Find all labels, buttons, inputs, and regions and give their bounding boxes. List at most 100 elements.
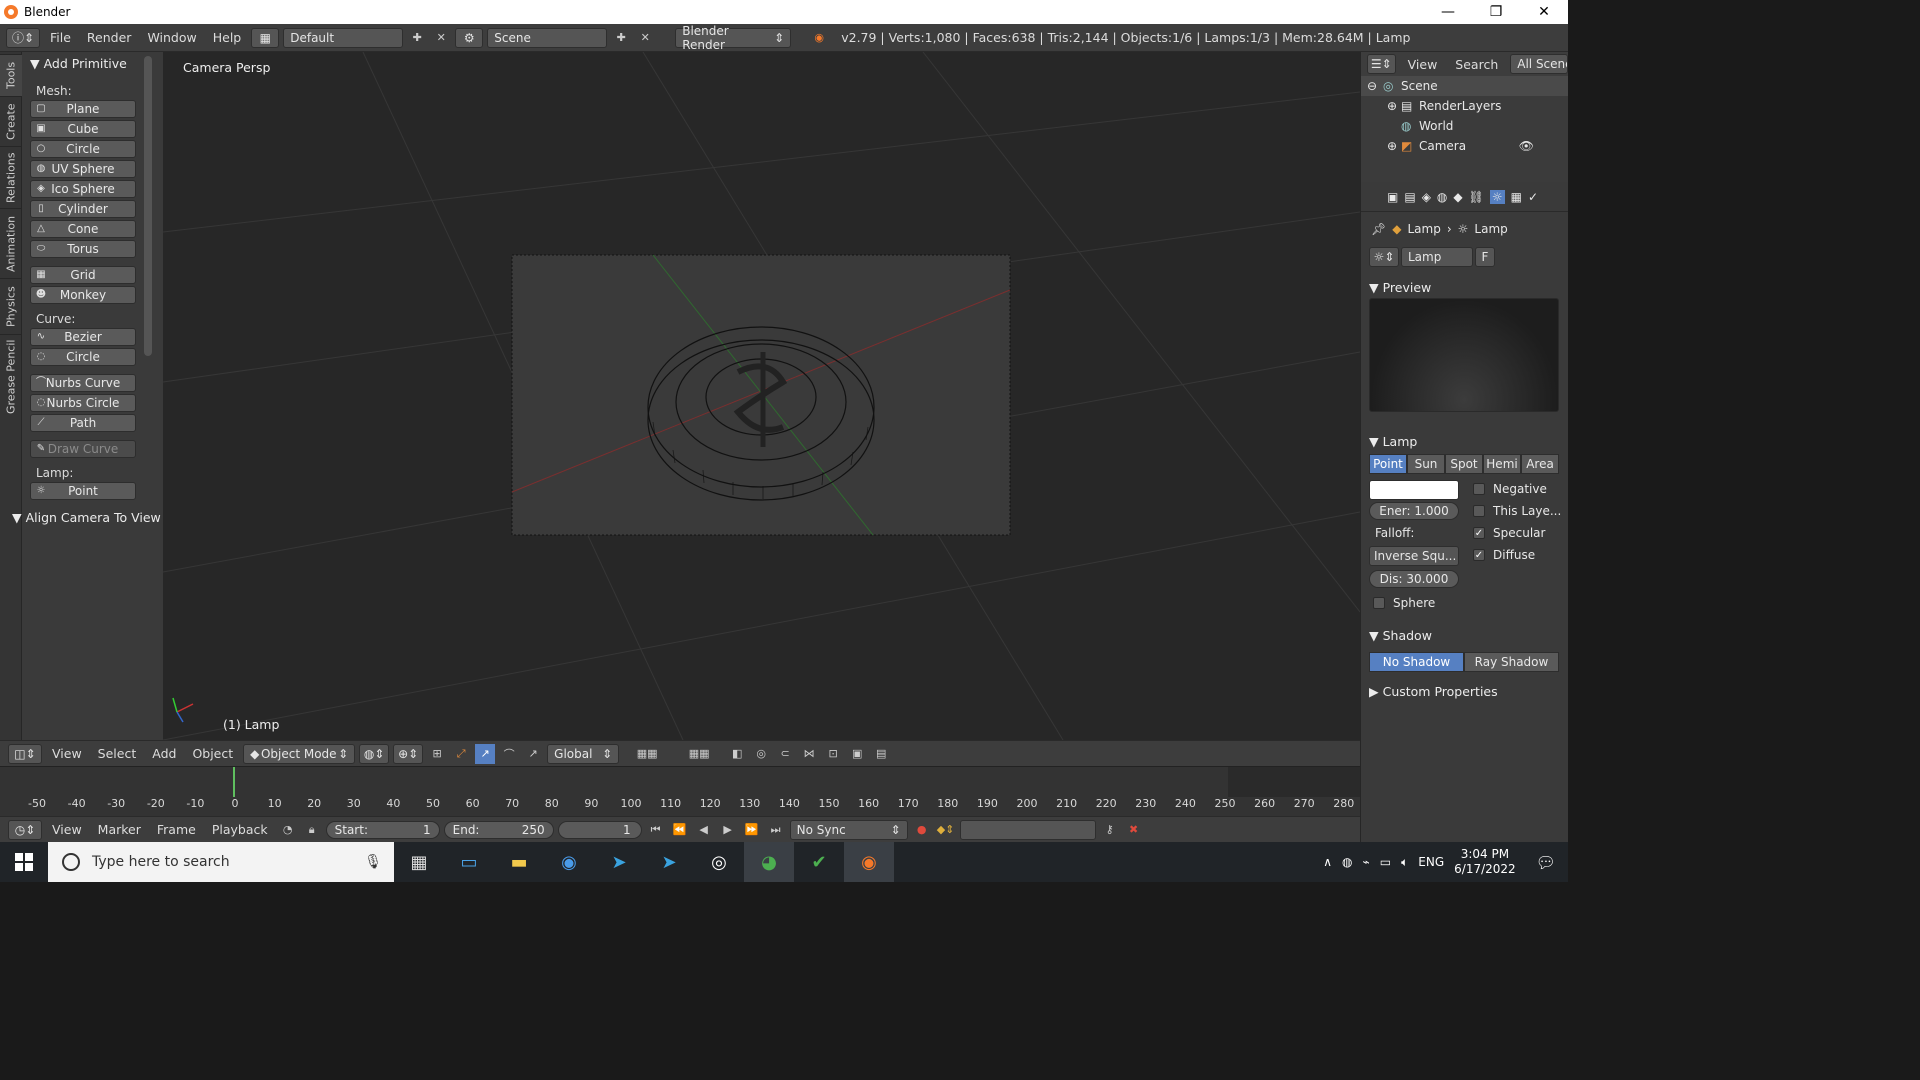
3d-viewport[interactable]: Camera Persp (1) Lamp (163, 52, 1360, 740)
jump-keyframe-forward-icon[interactable]: ⏩ (742, 820, 762, 840)
draw-curve-button[interactable]: ✎ Draw Curve (30, 440, 136, 458)
sphere-checkbox[interactable]: Sphere (1373, 596, 1568, 610)
add-path-button[interactable]: ⟋ Path (30, 414, 136, 432)
outliner-row-renderlayers[interactable]: ⊕ ▤ RenderLayers (1361, 96, 1568, 116)
physics-tab-icon[interactable]: ✓ (1528, 190, 1538, 204)
render-anim-icon[interactable]: ▤ (871, 744, 891, 764)
align-camera-panel-header[interactable]: ▼ Align Camera To View (10, 506, 163, 528)
add-monkey-button[interactable]: ☻ Monkey (30, 286, 136, 304)
lamp-panel-header[interactable]: ▼ Lamp (1361, 430, 1568, 452)
add-uv-sphere-button[interactable]: ◍ UV Sphere (30, 160, 136, 178)
shadow-panel-header[interactable]: ▼ Shadow (1361, 624, 1568, 646)
layout-field[interactable]: Default (283, 27, 404, 48)
add-cone-button[interactable]: △ Cone (30, 220, 136, 238)
editor-type-info-icon[interactable]: ⓘ⇕ (6, 27, 40, 48)
tab-create[interactable]: Create (0, 96, 22, 146)
menu-help[interactable]: Help (207, 28, 248, 48)
scene-tab-icon[interactable]: ◈ (1422, 190, 1431, 204)
vp-menu-select[interactable]: Select (92, 744, 143, 764)
negative-checkbox[interactable]: Negative (1473, 482, 1547, 496)
editor-type-timeline-icon[interactable]: ◷⇕ (8, 819, 42, 840)
usb-icon[interactable]: ⌁ (1363, 855, 1370, 869)
start-button[interactable] (0, 842, 48, 882)
add-plane-button[interactable]: ▢ Plane (30, 100, 136, 118)
outliner-menu-view[interactable]: View (1402, 54, 1444, 74)
tab-animation[interactable]: Animation (0, 208, 22, 278)
end-frame-field[interactable]: End: 250 (443, 820, 554, 839)
translate-manipulator-icon[interactable]: ⤢ (451, 744, 471, 764)
delete-scene-icon[interactable]: ✕ (635, 28, 655, 48)
distance-field[interactable]: Dis: 30.000 (1369, 570, 1459, 588)
render-tab-icon[interactable]: ▣ (1387, 190, 1398, 204)
jump-start-icon[interactable]: ⏮ (646, 820, 666, 840)
jump-keyframe-back-icon[interactable]: ⏪ (670, 820, 690, 840)
messenger-icon[interactable]: ✔ (794, 842, 844, 882)
telegram-icon[interactable]: ➤ (594, 842, 644, 882)
vp-menu-add[interactable]: Add (146, 744, 182, 764)
outliner-row-camera[interactable]: ⊕ ◩ Camera 👁︎ (1361, 136, 1568, 156)
add-bezier-button[interactable]: ∿ Bezier (30, 328, 136, 346)
battery-icon[interactable]: ▭ (1380, 855, 1391, 869)
snap-magnet-icon[interactable]: ⊂ (775, 744, 795, 764)
tab-grease-pencil[interactable]: Grease Pencil (0, 334, 22, 418)
scene-field[interactable]: Scene (487, 27, 608, 48)
add-cube-button[interactable]: ▣ Cube (30, 120, 136, 138)
layers-grid-icon[interactable]: ▦▦ (623, 744, 671, 764)
add-point-lamp-button[interactable]: ☼ Point (30, 482, 136, 500)
tl-menu-view[interactable]: View (46, 820, 88, 840)
current-frame-cursor[interactable] (233, 767, 235, 797)
file-explorer-icon[interactable]: ▬ (494, 842, 544, 882)
maximize-button[interactable]: ❐ (1472, 0, 1520, 24)
lamp-type-hemi[interactable]: Hemi (1483, 454, 1521, 474)
add-torus-button[interactable]: ⬭ Torus (30, 240, 136, 258)
shadow-none-button[interactable]: No Shadow (1369, 652, 1464, 672)
delete-keyframe-icon[interactable]: ✖ (1124, 820, 1144, 840)
add-grid-button[interactable]: ▦ Grid (30, 266, 136, 284)
calculator-icon[interactable]: ▦ (394, 842, 444, 882)
fake-user-button[interactable]: F (1475, 247, 1495, 267)
task-view-icon[interactable]: ▭ (444, 842, 494, 882)
minimize-button[interactable]: — (1424, 0, 1472, 24)
network-icon[interactable]: ◍ (1342, 855, 1352, 869)
tl-menu-playback[interactable]: Playback (206, 820, 274, 840)
layout-picker-icon[interactable]: ▦ (251, 27, 280, 48)
add-primitive-panel-header[interactable]: ▼ Add Primitive (22, 52, 163, 74)
visibility-eye-icon[interactable]: 👁︎ (1519, 139, 1534, 153)
pivot-point-icon[interactable]: ⊕⇕ (393, 743, 424, 764)
scene-picker-icon[interactable]: ⚙ (455, 27, 484, 48)
this-layer-checkbox[interactable]: This Laye... (1473, 504, 1561, 518)
add-curve-circle-button[interactable]: ◌ Circle (30, 348, 136, 366)
custom-properties-header[interactable]: ▶ Custom Properties (1361, 680, 1568, 702)
shadow-ray-button[interactable]: Ray Shadow (1464, 652, 1559, 672)
jump-end-icon[interactable]: ⏭ (766, 820, 786, 840)
microphone-icon[interactable]: 🎙︎ (364, 854, 382, 870)
tool-shelf-scrollbar[interactable] (144, 56, 152, 356)
layers-grid-2-icon[interactable]: ▦▦ (675, 744, 723, 764)
mode-select[interactable]: ◆ Object Mode ⇕ (243, 743, 356, 764)
specular-checkbox[interactable]: ✓ Specular (1473, 526, 1545, 540)
proportional-edit-icon[interactable]: ◎ (751, 744, 771, 764)
texture-tab-icon[interactable]: ▦ (1511, 190, 1522, 204)
telegram-2-icon[interactable]: ➤ (644, 842, 694, 882)
menu-render[interactable]: Render (81, 28, 138, 48)
outliner-display-mode[interactable]: All Scenes (1510, 54, 1568, 74)
blender-taskbar-icon[interactable]: ◉ (844, 842, 894, 882)
lamp-type-point[interactable]: Point (1369, 454, 1407, 474)
editor-type-outliner-icon[interactable]: ☰⇕ (1367, 54, 1396, 74)
delete-layout-icon[interactable]: ✕ (431, 28, 451, 48)
diffuse-checkbox[interactable]: ✓ Diffuse (1473, 548, 1535, 562)
preview-panel-header[interactable]: ▼ Preview (1361, 276, 1568, 298)
lock-layer-icon[interactable]: ◧ (727, 744, 747, 764)
add-scene-icon[interactable]: ✚ (611, 28, 631, 48)
volume-icon[interactable]: 🔈︎ (1401, 855, 1408, 870)
chrome-icon[interactable]: ◕ (744, 842, 794, 882)
add-layout-icon[interactable]: ✚ (407, 28, 427, 48)
outliner-row-scene[interactable]: ⊖ ◎ Scene (1361, 76, 1568, 96)
lamp-type-spot[interactable]: Spot (1445, 454, 1483, 474)
lamp-type-sun[interactable]: Sun (1407, 454, 1445, 474)
outliner-menu-search[interactable]: Search (1449, 54, 1504, 74)
object-tab-icon[interactable]: ◆ (1453, 190, 1462, 204)
world-tab-icon[interactable]: ◍ (1437, 190, 1447, 204)
add-ico-sphere-button[interactable]: ◈ Ico Sphere (30, 180, 136, 198)
lamp-type-area[interactable]: Area (1521, 454, 1559, 474)
